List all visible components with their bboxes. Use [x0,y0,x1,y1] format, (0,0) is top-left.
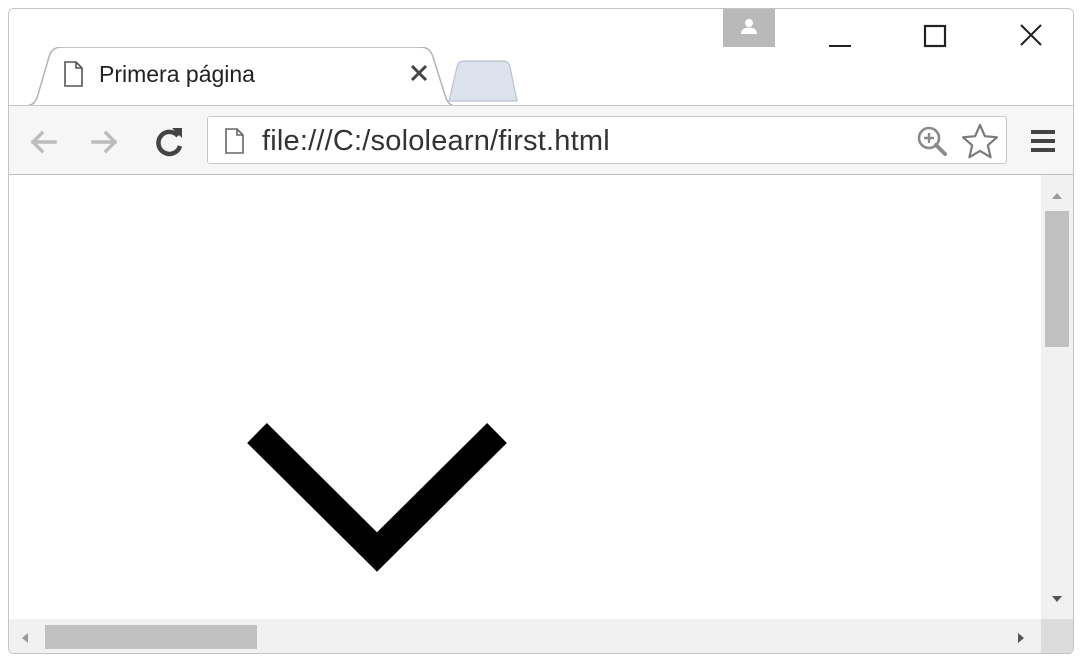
minimize-icon[interactable] [811,17,867,57]
star-icon[interactable] [960,123,1000,161]
reload-icon[interactable] [149,122,189,162]
address-bar[interactable]: file:///C:/sololearn/first.html [207,116,1007,164]
new-tab-button[interactable] [441,59,531,105]
scroll-right-arrow-icon[interactable] [1015,630,1027,646]
scroll-up-arrow-icon[interactable] [1049,189,1065,201]
horizontal-scrollbar[interactable] [9,619,1041,653]
window-close-icon[interactable] [1003,17,1059,57]
person-icon [741,19,757,34]
browser-window: Primera página file:///C:/sololearn/firs… [8,8,1074,654]
hamburger-icon[interactable] [1027,124,1059,158]
page-viewport [9,175,1041,619]
vertical-scroll-thumb[interactable] [1045,211,1069,347]
close-icon[interactable] [405,59,433,87]
toolbar: file:///C:/sololearn/first.html [9,105,1073,175]
vertical-scrollbar[interactable] [1041,175,1073,619]
arrow-right-icon[interactable] [85,122,125,162]
page-icon [225,128,244,154]
profile-button[interactable] [723,9,775,47]
scrollbar-corner [1041,619,1073,653]
chevron-down-shape [247,423,507,572]
url-text[interactable]: file:///C:/sololearn/first.html [262,125,610,158]
scroll-left-arrow-icon[interactable] [19,630,31,646]
arrow-left-icon[interactable] [23,122,63,162]
maximize-icon[interactable] [907,17,963,57]
scroll-down-arrow-icon[interactable] [1049,593,1065,605]
document-icon [64,61,83,87]
tab-strip: Primera página [9,9,1073,106]
tab-title: Primera página [99,61,255,87]
tab-primera-pagina[interactable]: Primera página [25,47,455,106]
zoom-in-icon[interactable] [916,125,948,157]
horizontal-scroll-thumb[interactable] [45,625,257,649]
